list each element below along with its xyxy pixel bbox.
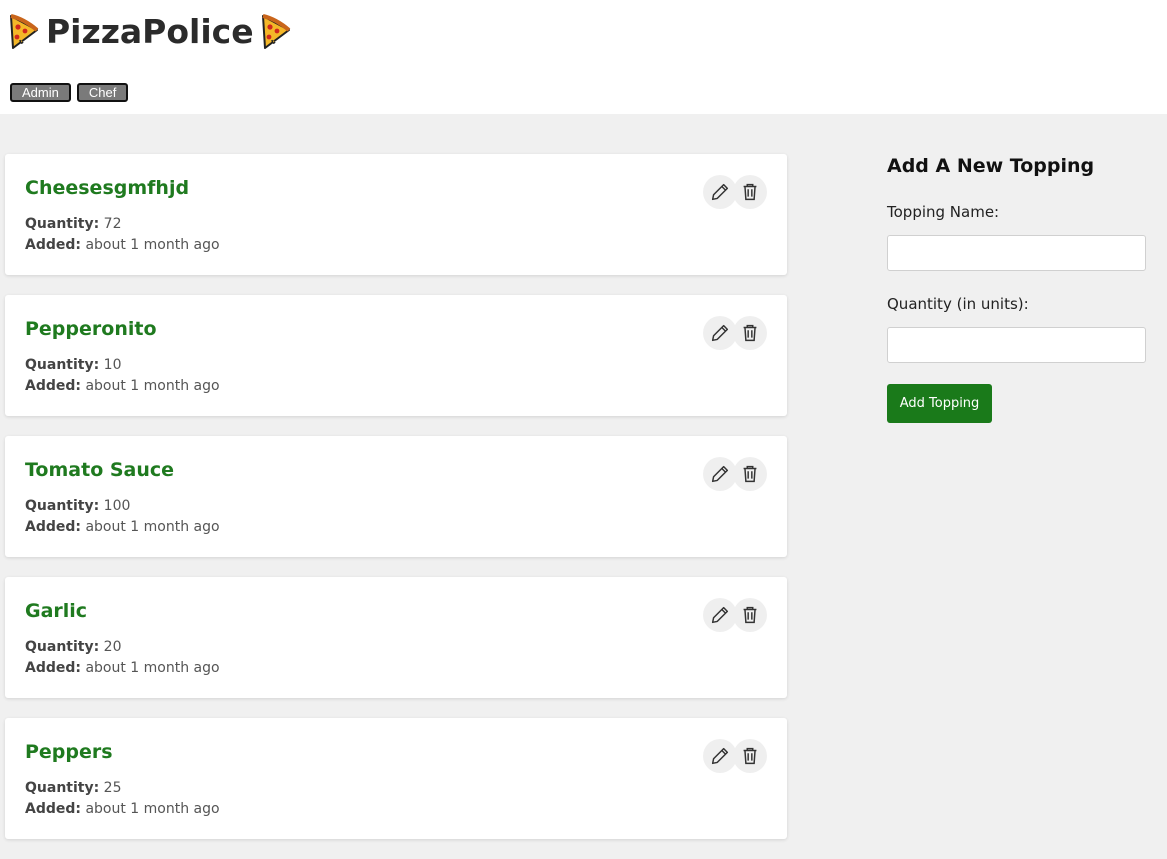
trash-icon <box>743 606 757 624</box>
edit-button[interactable] <box>703 739 737 773</box>
topping-added: about 1 month ago <box>85 519 220 535</box>
pizza-slice-icon <box>8 13 40 51</box>
topping-quantity: 100 <box>103 498 131 514</box>
topping-name: Peppers <box>25 741 113 763</box>
quantity-input[interactable] <box>887 327 1146 363</box>
delete-button[interactable] <box>733 598 767 632</box>
topping-actions <box>703 457 767 491</box>
role-switcher: Admin Chef <box>10 83 129 102</box>
pencil-icon <box>711 465 729 483</box>
topping-actions <box>703 598 767 632</box>
topping-name: Garlic <box>25 600 88 622</box>
topping-quantity: 72 <box>103 216 122 232</box>
quantity-label: Quantity: <box>25 216 100 232</box>
form-heading: Add A New Topping <box>887 155 1095 177</box>
pizza-slice-icon <box>260 13 292 51</box>
topping-name-input[interactable] <box>887 235 1146 271</box>
edit-button[interactable] <box>703 457 737 491</box>
added-label: Added: <box>25 378 81 394</box>
pencil-icon <box>711 747 729 765</box>
topping-card: Tomato Sauce Quantity: 100 Added: about … <box>5 436 787 557</box>
topping-quantity: 10 <box>103 357 122 373</box>
app-title: PizzaPolice <box>46 12 254 51</box>
topping-name-label: Topping Name: <box>887 203 1000 221</box>
delete-button[interactable] <box>733 457 767 491</box>
topping-meta: Quantity: 25 Added: about 1 month ago <box>25 778 220 820</box>
topping-added: about 1 month ago <box>85 660 220 676</box>
brand: PizzaPolice <box>8 12 292 51</box>
topping-quantity: 25 <box>103 780 122 796</box>
edit-button[interactable] <box>703 598 737 632</box>
add-topping-button[interactable]: Add Topping <box>887 384 992 423</box>
topping-card: Cheesesgmfhjd Quantity: 72 Added: about … <box>5 154 787 275</box>
quantity-label: Quantity: <box>25 357 100 373</box>
delete-button[interactable] <box>733 739 767 773</box>
topping-added: about 1 month ago <box>85 237 220 253</box>
topping-meta: Quantity: 100 Added: about 1 month ago <box>25 496 220 538</box>
edit-button[interactable] <box>703 175 737 209</box>
added-label: Added: <box>25 519 81 535</box>
topping-name: Pepperonito <box>25 318 157 340</box>
quantity-label: Quantity: <box>25 498 100 514</box>
delete-button[interactable] <box>733 316 767 350</box>
pencil-icon <box>711 183 729 201</box>
pencil-icon <box>711 606 729 624</box>
topping-name: Tomato Sauce <box>25 459 175 481</box>
topping-added: about 1 month ago <box>85 378 220 394</box>
topping-card: Pepperonito Quantity: 10 Added: about 1 … <box>5 295 787 416</box>
trash-icon <box>743 747 757 765</box>
trash-icon <box>743 183 757 201</box>
topping-card: Garlic Quantity: 20 Added: about 1 month… <box>5 577 787 698</box>
topping-meta: Quantity: 20 Added: about 1 month ago <box>25 637 220 679</box>
added-label: Added: <box>25 801 81 817</box>
topping-meta: Quantity: 72 Added: about 1 month ago <box>25 214 220 256</box>
pencil-icon <box>711 324 729 342</box>
topping-name: Cheesesgmfhjd <box>25 177 190 199</box>
admin-role-button[interactable]: Admin <box>10 83 71 102</box>
quantity-label: Quantity: <box>25 639 100 655</box>
main-content: Cheesesgmfhjd Quantity: 72 Added: about … <box>0 114 1167 839</box>
chef-role-button[interactable]: Chef <box>76 83 129 102</box>
topping-card: Peppers Quantity: 25 Added: about 1 mont… <box>5 718 787 839</box>
topping-actions <box>703 316 767 350</box>
trash-icon <box>743 465 757 483</box>
topping-actions <box>703 175 767 209</box>
topping-list: Cheesesgmfhjd Quantity: 72 Added: about … <box>5 154 787 859</box>
quantity-label: Quantity: <box>25 780 100 796</box>
added-label: Added: <box>25 237 81 253</box>
edit-button[interactable] <box>703 316 737 350</box>
app-header: PizzaPolice Admin Chef <box>0 0 1167 114</box>
topping-actions <box>703 739 767 773</box>
topping-added: about 1 month ago <box>85 801 220 817</box>
trash-icon <box>743 324 757 342</box>
added-label: Added: <box>25 660 81 676</box>
quantity-label: Quantity (in units): <box>887 295 1029 313</box>
delete-button[interactable] <box>733 175 767 209</box>
topping-quantity: 20 <box>103 639 122 655</box>
topping-meta: Quantity: 10 Added: about 1 month ago <box>25 355 220 397</box>
